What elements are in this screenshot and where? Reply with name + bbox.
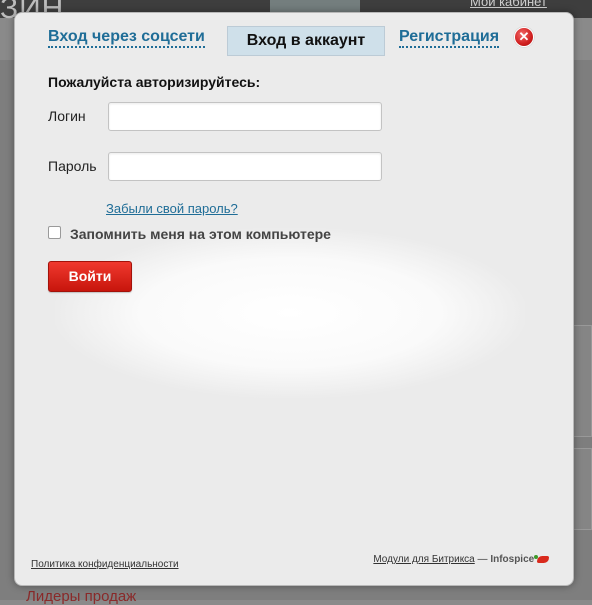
close-icon[interactable]: ✕ <box>514 27 534 47</box>
bitrix-modules-link[interactable]: Модули для Битрикса <box>373 554 474 565</box>
login-submit-button[interactable]: Войти <box>48 261 132 292</box>
background-leaders-title: Лидеры продаж <box>26 588 137 605</box>
tab-account-login[interactable]: Вход в аккаунт <box>227 26 385 56</box>
modal-tabs: Вход через соцсети Вход в аккаунт Регист… <box>15 13 573 63</box>
remember-me-label[interactable]: Запомнить меня на этом компьютере <box>70 226 331 242</box>
forgot-password-link[interactable]: Забыли свой пароль? <box>106 201 238 216</box>
privacy-policy-link[interactable]: Политика конфиденциальности <box>31 559 179 570</box>
login-input[interactable] <box>108 102 382 131</box>
footer-separator: — <box>474 554 491 565</box>
tab-register[interactable]: Регистрация <box>399 28 500 48</box>
password-label: Пароль <box>48 158 97 174</box>
tab-social-login[interactable]: Вход через соцсети <box>48 28 205 48</box>
login-label: Логин <box>48 108 86 124</box>
remember-me-checkbox[interactable] <box>48 226 61 239</box>
login-modal: Вход через соцсети Вход в аккаунт Регист… <box>14 12 574 586</box>
background-cabinet-link: Мой кабинет <box>470 0 547 9</box>
modal-glow <box>55 228 525 398</box>
chili-pepper-icon <box>534 554 549 563</box>
infospice-brand: Infospice <box>490 554 535 565</box>
form-heading: Пожалуйста авторизируйтесь: <box>48 74 261 90</box>
password-input[interactable] <box>108 152 382 181</box>
footer-credits: Модули для Битрикса — Infospice <box>373 554 549 565</box>
